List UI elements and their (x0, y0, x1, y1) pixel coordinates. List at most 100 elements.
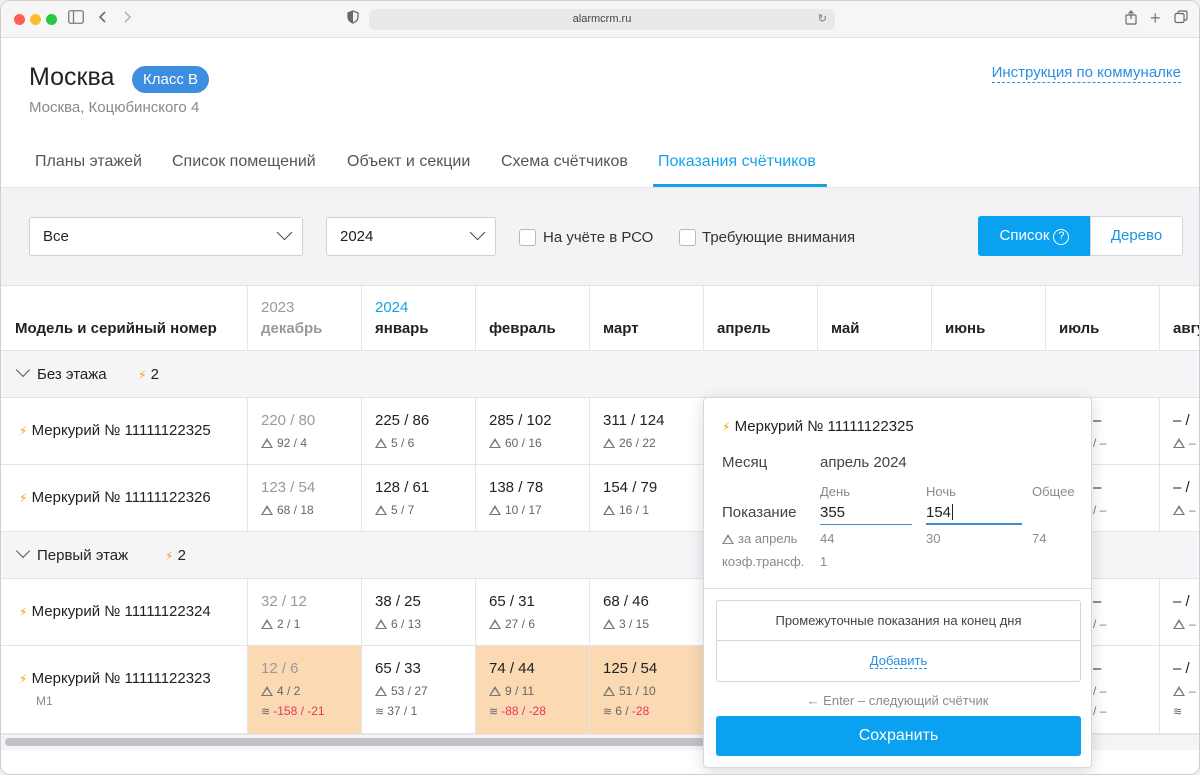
group-name: Первый этаж (37, 547, 129, 564)
tab-object-sections[interactable]: Объект и секции (347, 153, 470, 171)
year-select[interactable]: 2024 (326, 217, 496, 256)
reading-value: – (1093, 660, 1102, 677)
day-reading-input[interactable]: 355 (820, 503, 912, 525)
chevron-down-icon[interactable] (15, 362, 31, 378)
reading-cell[interactable]: 65 / 31 27 / 6 (475, 579, 589, 645)
delta-icon (489, 438, 501, 448)
day-label: День (820, 484, 850, 499)
enter-hint: ← Enter – следующий счётчик (806, 693, 989, 708)
column-year: 2023 (261, 299, 295, 316)
meter-name-text: Меркурий № 11111122326 (31, 489, 211, 506)
sidebar-toggle-icon[interactable] (68, 10, 84, 29)
reading-value: 68 / 46 (603, 593, 649, 610)
reading-label: Показание (722, 504, 797, 521)
reading-cell[interactable]: 38 / 25 6 / 13 (361, 579, 475, 645)
horizontal-scrollbar-thumb[interactable] (5, 738, 705, 746)
column-month: авгу (1173, 320, 1199, 337)
help-icon[interactable]: ? (1053, 229, 1070, 245)
share-icon[interactable] (1125, 10, 1137, 30)
url-text: alarmcrm.ru (572, 13, 632, 25)
tab-floor-plans[interactable]: Планы этажей (35, 153, 142, 171)
reading-cell[interactable]: 74 / 44 9 / 11 ≋ -88 / -28 (475, 646, 589, 734)
rso-checkbox-label[interactable]: На учёте в РСО (543, 229, 653, 246)
view-tree-button[interactable]: Дерево (1090, 216, 1183, 256)
attention-checkbox[interactable] (679, 229, 696, 246)
reading-value: – / (1173, 479, 1190, 496)
reading-cell[interactable]: 125 / 54 51 / 10 ≋ 6 / -28 (589, 646, 703, 734)
reading-cell[interactable]: 123 / 54 68 / 18 (247, 465, 361, 531)
reading-delta: – (1189, 436, 1196, 450)
shield-icon[interactable] (347, 10, 359, 29)
attention-checkbox-label[interactable]: Требующие внимания (702, 229, 855, 246)
reading-cell[interactable]: – / – (1159, 579, 1199, 645)
night-reading-input[interactable]: 154 (926, 503, 1022, 525)
page-title: Москва (29, 63, 115, 91)
for-april-day: 44 (820, 531, 835, 546)
minimize-window-button[interactable] (30, 14, 41, 25)
month-value: апрель 2024 (820, 454, 907, 471)
reading-value: 311 / 124 (603, 412, 665, 429)
reading-cell[interactable]: 32 / 12 2 / 1 (247, 579, 361, 645)
close-window-button[interactable] (14, 14, 25, 25)
for-april-night: 30 (926, 531, 941, 546)
tab-meter-scheme[interactable]: Схема счётчиков (501, 153, 628, 171)
tab-rooms-list[interactable]: Список помещений (172, 153, 316, 171)
reading-cell[interactable]: 12 / 6 4 / 2 ≋ -158 / -21 (247, 646, 361, 734)
chevron-down-icon[interactable] (15, 543, 31, 559)
delta-icon (603, 686, 615, 696)
reading-delta: – (1189, 617, 1196, 631)
tabs-overview-icon[interactable] (1174, 10, 1188, 29)
coef-value: 1 (820, 554, 828, 569)
maximize-window-button[interactable] (46, 14, 57, 25)
reading-delta: 16 / 1 (619, 503, 650, 517)
forward-icon[interactable] (122, 10, 132, 29)
reading-cell[interactable]: – / – (1159, 398, 1199, 464)
reading-value: 65 / 33 (375, 660, 421, 677)
reading-cell[interactable]: 68 / 46 3 / 15 (589, 579, 703, 645)
column-month: июнь (945, 320, 986, 337)
intermediate-readings-label: Промежуточные показания на конец дня (717, 601, 1080, 641)
reading-cell[interactable]: 128 / 61 5 / 7 (361, 465, 475, 531)
reading-cell[interactable]: 138 / 78 10 / 17 (475, 465, 589, 531)
column-header: июль (1045, 286, 1160, 351)
lightning-icon: ⚡ (19, 605, 28, 619)
group-count: ⚡ 2 (138, 366, 159, 383)
reading-cell[interactable]: 285 / 102 60 / 16 (475, 398, 589, 464)
month-label: Месяц (722, 454, 768, 471)
reading-delta: 5 / 7 (391, 503, 415, 517)
year-select-value: 2024 (340, 228, 374, 245)
day-reading-value: 355 (820, 504, 846, 521)
reload-icon[interactable]: ↻ (818, 9, 827, 30)
reading-cell[interactable]: – / – (1159, 465, 1199, 531)
reading-cell[interactable]: 225 / 86 5 / 6 (361, 398, 475, 464)
reading-cell[interactable]: 311 / 124 26 / 22 (589, 398, 703, 464)
delta-icon (603, 619, 615, 629)
reading-value: 220 / 80 (261, 412, 316, 429)
for-april-total: 74 (1032, 531, 1047, 546)
reading-cell[interactable]: 154 / 79 16 / 1 (589, 465, 703, 531)
back-icon[interactable] (98, 10, 108, 29)
rso-checkbox[interactable] (519, 229, 536, 246)
delta-icon (603, 505, 615, 515)
reading-value: 154 / 79 (603, 479, 658, 496)
reading-cell[interactable]: 65 / 33 53 / 27 ≋ 37 / 1 (361, 646, 475, 734)
reading-cell[interactable]: – / – ≋ (1159, 646, 1199, 734)
tab-meter-readings[interactable]: Показания счётчиков (658, 153, 816, 171)
view-list-button[interactable]: Список? (978, 216, 1091, 256)
column-header: февраль (475, 286, 590, 351)
group-row[interactable]: Без этажа ⚡ 2 (1, 351, 1199, 398)
column-header: июнь (931, 286, 1046, 351)
save-button[interactable]: Сохранить (716, 716, 1081, 756)
address-bar[interactable]: alarmcrm.ru ↻ (369, 9, 835, 30)
new-tab-icon[interactable]: + (1150, 9, 1161, 27)
reading-cell[interactable]: 220 / 80 92 / 4 (247, 398, 361, 464)
browser-window: alarmcrm.ru ↻ + Москва Класс В Москва, К… (0, 0, 1200, 775)
type-select[interactable]: Все (29, 217, 303, 256)
reading-delta: 53 / 27 (391, 684, 428, 698)
column-header: апрель (703, 286, 818, 351)
reading-excess: -88 / -28 (501, 704, 546, 718)
reading-delta: 26 / 22 (619, 436, 656, 450)
meter-name-text: Меркурий № 11111122323 (31, 670, 211, 687)
instruction-link[interactable]: Инструкция по коммуналке (991, 64, 1181, 83)
add-intermediate-link[interactable]: Добавить (869, 653, 928, 669)
